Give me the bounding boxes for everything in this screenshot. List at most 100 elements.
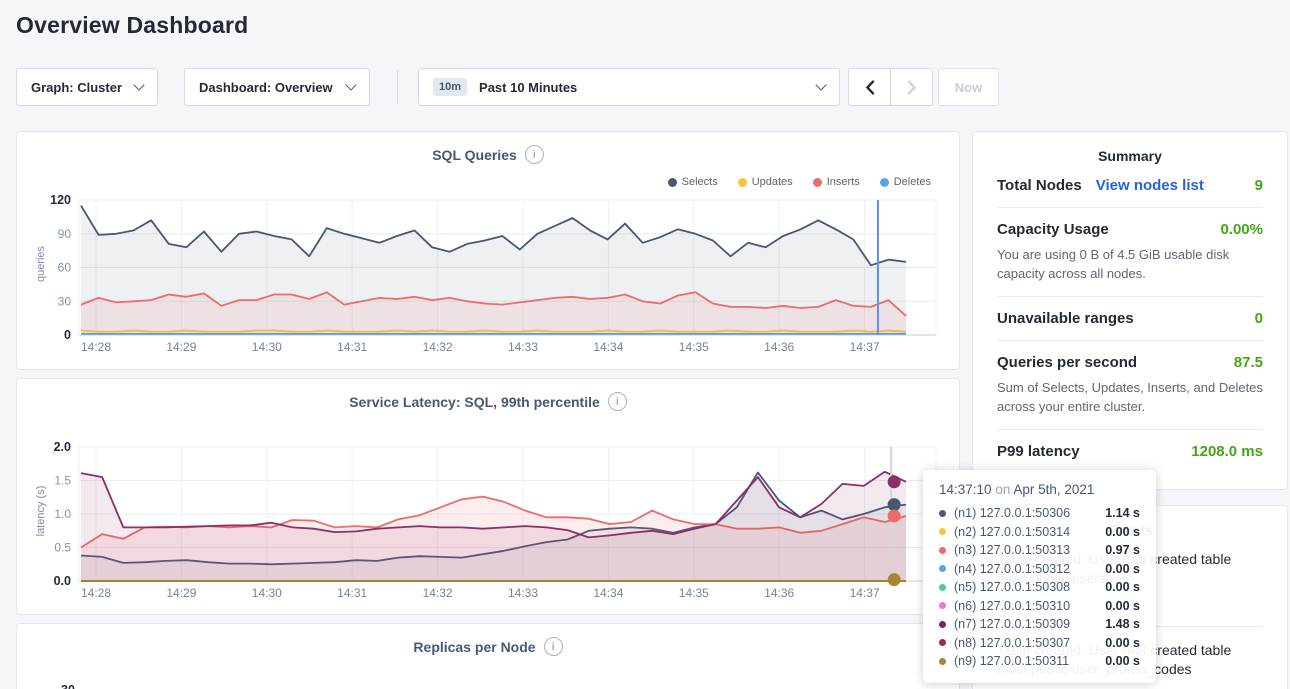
svg-text:0.0: 0.0 xyxy=(54,574,71,588)
tooltip-node-row: (n6) 127.0.0.1:503100.00 s xyxy=(939,597,1140,616)
node-address: (n7) 127.0.0.1:50309 xyxy=(954,615,1070,634)
node-color-dot xyxy=(939,510,946,517)
chevron-right-icon xyxy=(907,80,917,95)
node-latency-value: 0.00 s xyxy=(1105,578,1140,597)
sql-queries-chart[interactable]: 14:2814:2914:3014:3114:3214:3314:3414:35… xyxy=(17,132,961,371)
svg-text:14:33: 14:33 xyxy=(508,340,538,354)
summary-row-total-nodes: Total Nodes View nodes list 9 xyxy=(997,164,1263,208)
service-latency-panel: 14:2814:2914:3014:3114:3214:3314:3414:35… xyxy=(16,378,960,615)
legend-dot xyxy=(813,178,822,187)
summary-label: Unavailable ranges xyxy=(997,310,1134,327)
summary-title: Summary xyxy=(973,148,1287,164)
legend-label: Inserts xyxy=(827,176,860,188)
y-axis-label: latency (s) xyxy=(35,441,47,581)
tooltip-node-row: (n2) 127.0.0.1:503140.00 s xyxy=(939,523,1140,542)
tooltip-date: Apr 5th, 2021 xyxy=(1013,482,1094,497)
chart-header: Replicas per Node xyxy=(17,637,959,656)
now-button[interactable]: Now xyxy=(938,68,999,106)
summary-value: 87.5 xyxy=(1234,354,1263,371)
view-nodes-list-link[interactable]: View nodes list xyxy=(1096,177,1204,194)
svg-text:14:35: 14:35 xyxy=(679,340,709,354)
info-icon[interactable] xyxy=(525,145,544,164)
info-icon[interactable] xyxy=(608,392,627,411)
svg-text:14:33: 14:33 xyxy=(508,586,538,600)
tooltip-node-row: (n1) 127.0.0.1:503061.14 s xyxy=(939,504,1140,523)
svg-text:2.0: 2.0 xyxy=(54,440,71,454)
node-address: (n8) 127.0.0.1:50307 xyxy=(954,634,1070,653)
graph-scope-dropdown-label: Graph: Cluster xyxy=(31,80,122,95)
svg-text:14:36: 14:36 xyxy=(764,340,794,354)
svg-text:90: 90 xyxy=(58,227,72,241)
node-address: (n4) 127.0.0.1:50312 xyxy=(954,560,1070,579)
node-latency-value: 0.00 s xyxy=(1105,652,1140,671)
node-color-dot xyxy=(939,528,946,535)
node-latency-value: 0.00 s xyxy=(1105,523,1140,542)
summary-label: Queries per second xyxy=(997,354,1137,371)
node-address: (n9) 127.0.0.1:50311 xyxy=(954,652,1069,671)
legend-item-inserts[interactable]: Inserts xyxy=(813,176,860,188)
chart-header: Service Latency: SQL, 99th percentile xyxy=(17,392,959,411)
node-color-dot xyxy=(939,639,946,646)
svg-text:0: 0 xyxy=(64,328,71,342)
time-range-dropdown[interactable]: 10m Past 10 Minutes xyxy=(418,68,840,106)
time-nav-group xyxy=(848,68,933,106)
svg-text:14:31: 14:31 xyxy=(337,340,367,354)
info-icon[interactable] xyxy=(544,637,563,656)
summary-value: 0 xyxy=(1255,310,1263,327)
node-latency-value: 0.00 s xyxy=(1105,634,1140,653)
chart-title: Service Latency: SQL, 99th percentile xyxy=(349,394,600,410)
svg-text:0.5: 0.5 xyxy=(54,541,71,555)
summary-row-unavailable-ranges: Unavailable ranges 0 xyxy=(997,297,1263,341)
svg-text:14:36: 14:36 xyxy=(764,586,794,600)
chart-legend: Selects Updates Inserts Deletes xyxy=(668,176,931,188)
legend-item-updates[interactable]: Updates xyxy=(738,176,793,188)
tooltip-node-row: (n5) 127.0.0.1:503080.00 s xyxy=(939,578,1140,597)
svg-text:120: 120 xyxy=(50,193,71,207)
dashboard-dropdown[interactable]: Dashboard: Overview xyxy=(184,68,370,106)
legend-item-selects[interactable]: Selects xyxy=(668,176,718,188)
svg-text:14:28: 14:28 xyxy=(81,586,111,600)
svg-text:14:29: 14:29 xyxy=(166,340,196,354)
dashboard-dropdown-label: Dashboard: Overview xyxy=(199,80,333,95)
toolbar-divider xyxy=(397,70,398,104)
summary-row-capacity-usage: Capacity Usage 0.00% You are using 0 B o… xyxy=(997,208,1263,297)
node-address: (n3) 127.0.0.1:50313 xyxy=(954,541,1070,560)
legend-label: Deletes xyxy=(894,176,931,188)
service-latency-chart[interactable]: 14:2814:2914:3014:3114:3214:3314:3414:35… xyxy=(17,379,961,616)
chart-header: SQL Queries xyxy=(17,145,959,164)
tooltip-node-row: (n7) 127.0.0.1:503091.48 s xyxy=(939,615,1140,634)
summary-panel: Summary Total Nodes View nodes list 9 Ca… xyxy=(972,131,1288,490)
time-next-button[interactable] xyxy=(891,69,932,105)
svg-text:14:29: 14:29 xyxy=(166,586,196,600)
node-latency-value: 1.14 s xyxy=(1105,504,1140,523)
svg-text:1.0: 1.0 xyxy=(54,507,71,521)
sql-queries-panel: 14:2814:2914:3014:3114:3214:3314:3414:35… xyxy=(16,131,960,370)
summary-row-p99-latency: P99 latency 1208.0 ms xyxy=(997,430,1263,473)
legend-item-deletes[interactable]: Deletes xyxy=(880,176,931,188)
page-title: Overview Dashboard xyxy=(16,12,248,39)
time-prev-button[interactable] xyxy=(849,69,891,105)
summary-label: Capacity Usage xyxy=(997,221,1109,238)
chevron-down-icon xyxy=(815,79,826,90)
summary-value: 9 xyxy=(1255,177,1263,194)
y-axis-tick-label: 30 xyxy=(61,683,75,689)
chart-hover-tooltip: 14:37:10 on Apr 5th, 2021 (n1) 127.0.0.1… xyxy=(923,470,1156,683)
svg-text:14:35: 14:35 xyxy=(679,586,709,600)
node-color-dot xyxy=(939,547,946,554)
chevron-down-icon xyxy=(133,79,144,90)
node-latency-value: 0.97 s xyxy=(1105,541,1140,560)
summary-subtext: You are using 0 B of 4.5 GiB usable disk… xyxy=(997,245,1263,283)
svg-text:14:32: 14:32 xyxy=(423,586,453,600)
chart-title: Replicas per Node xyxy=(413,639,535,655)
tooltip-time: 14:37:10 xyxy=(939,482,992,497)
graph-scope-dropdown[interactable]: Graph: Cluster xyxy=(16,68,158,106)
y-axis-label: queries xyxy=(35,194,47,334)
legend-label: Updates xyxy=(752,176,793,188)
summary-label: Total Nodes xyxy=(997,177,1082,194)
chevron-left-icon xyxy=(865,80,875,95)
legend-label: Selects xyxy=(682,176,718,188)
tooltip-node-rows: (n1) 127.0.0.1:503061.14 s(n2) 127.0.0.1… xyxy=(939,504,1140,671)
summary-label: P99 latency xyxy=(997,443,1080,460)
time-range-badge: 10m xyxy=(433,78,467,96)
legend-dot xyxy=(668,178,677,187)
